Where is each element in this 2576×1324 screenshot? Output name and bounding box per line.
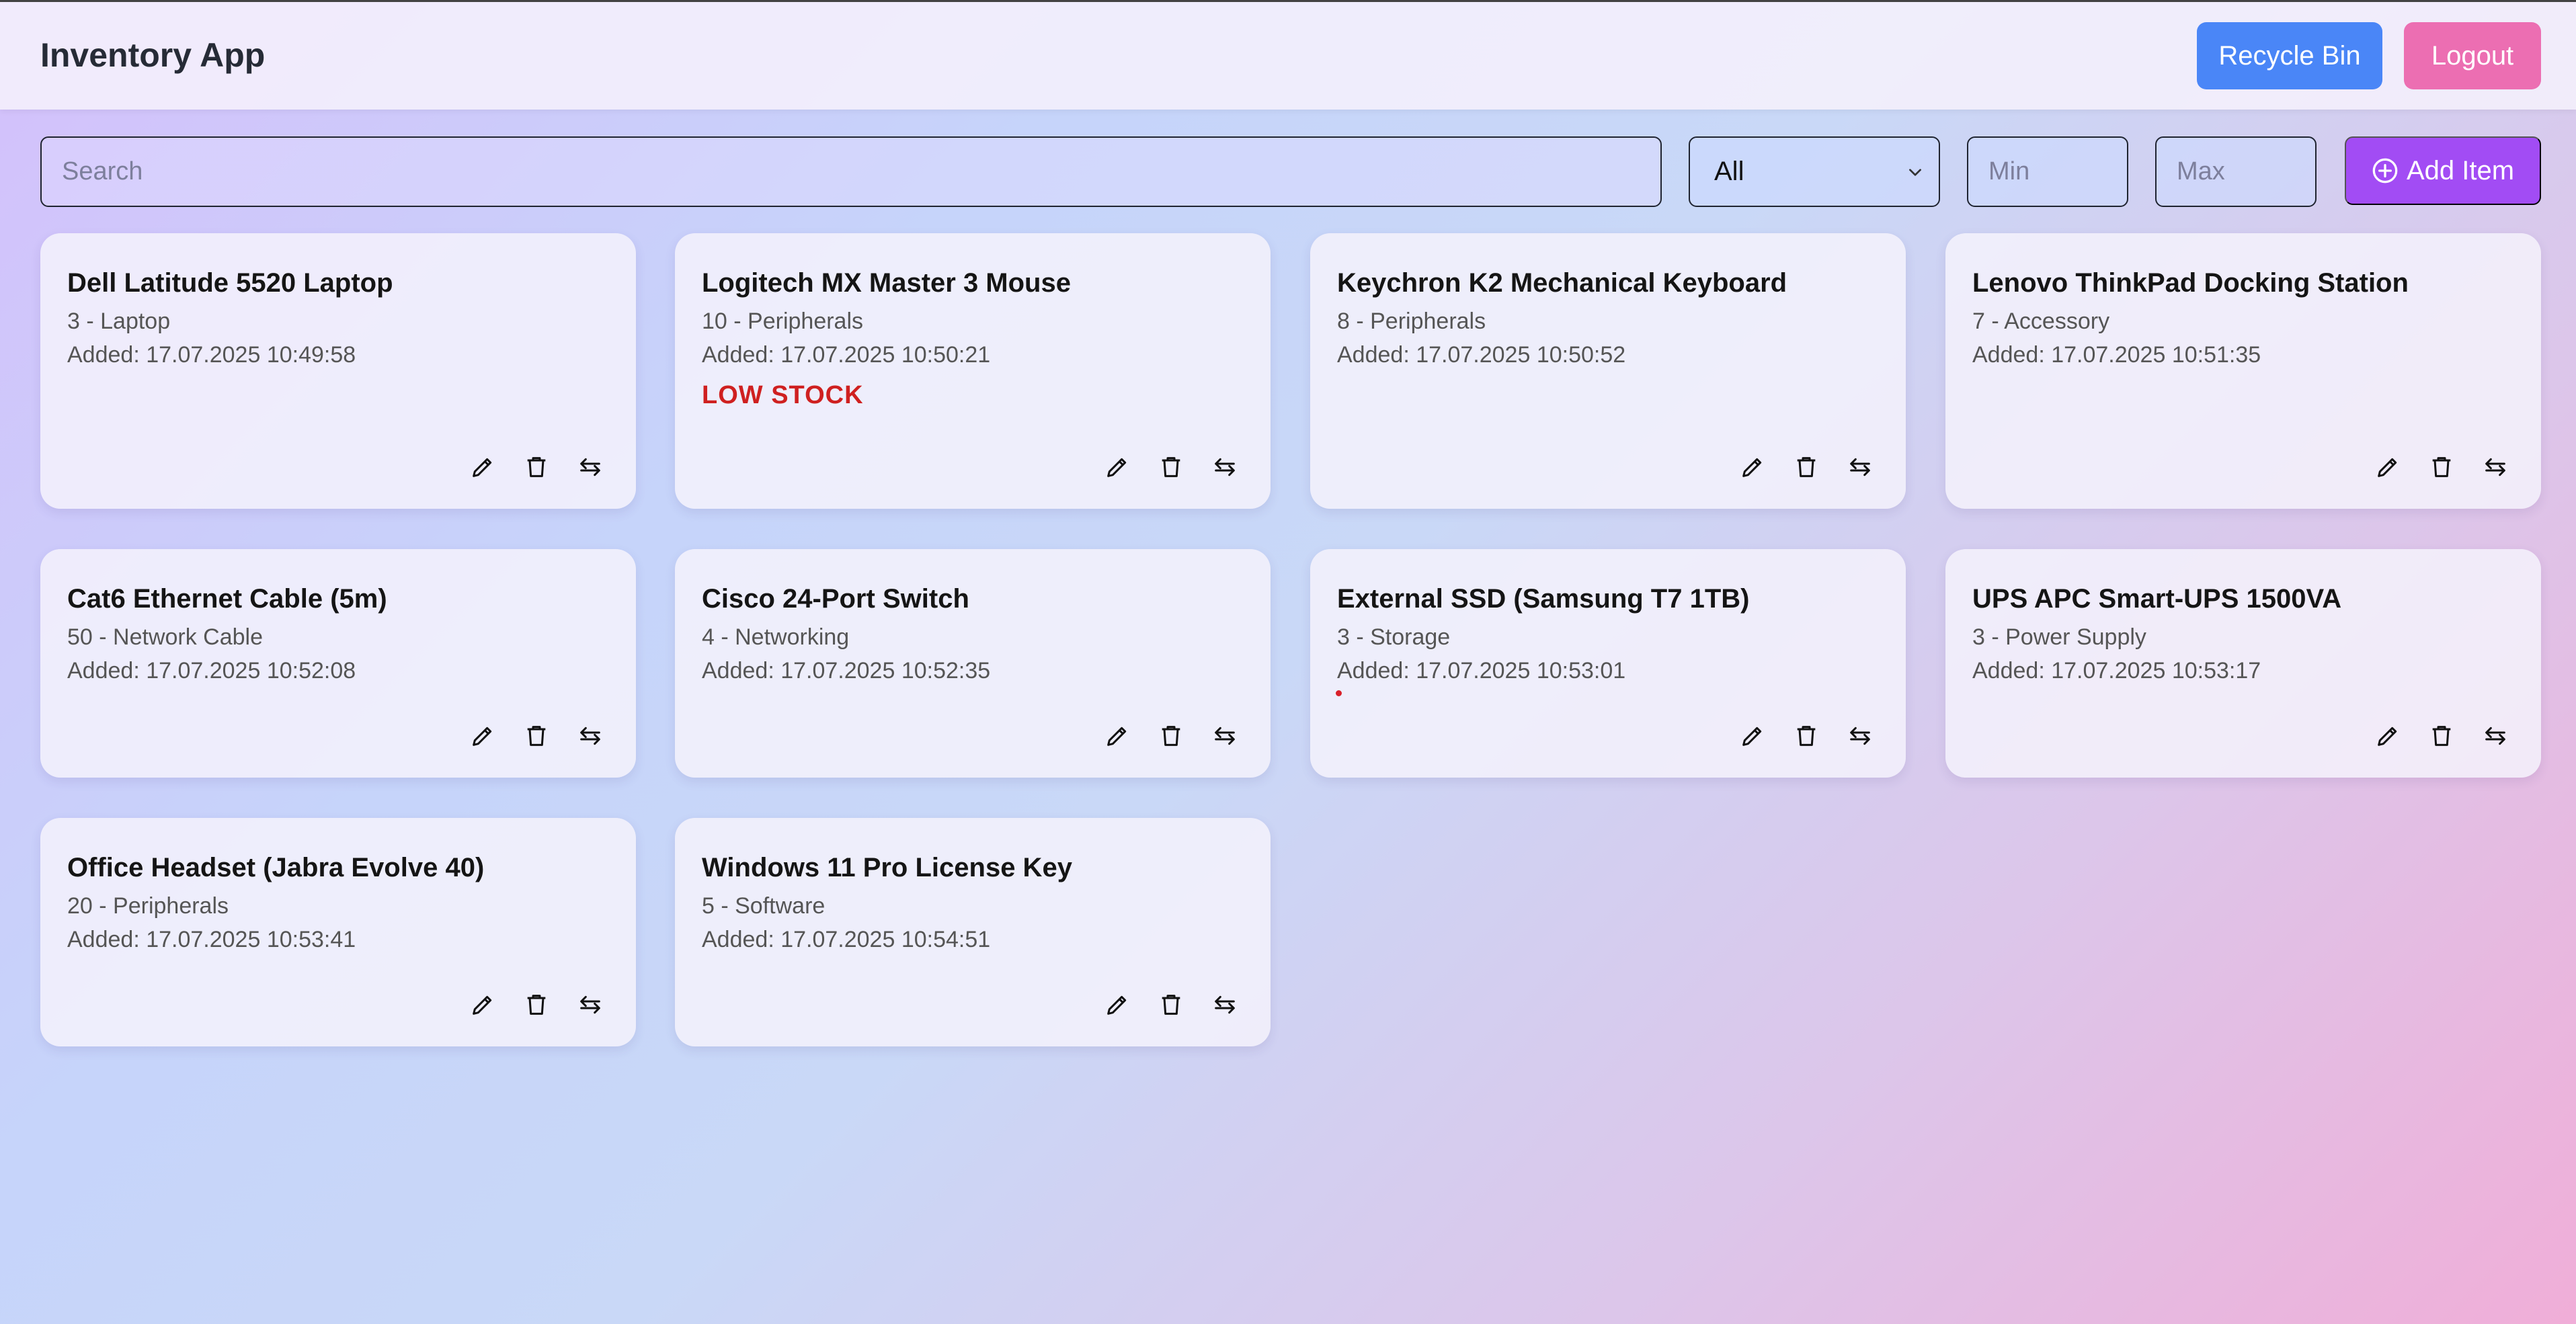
item-card: Logitech MX Master 3 Mouse 10 - Peripher… bbox=[675, 233, 1271, 509]
pencil-icon[interactable] bbox=[1104, 991, 1131, 1018]
trash-icon[interactable] bbox=[1793, 454, 1820, 481]
arrows-exchange-icon[interactable] bbox=[1847, 454, 1874, 481]
pencil-icon[interactable] bbox=[1104, 722, 1131, 749]
arrows-exchange-icon[interactable] bbox=[1211, 991, 1238, 1018]
recycle-bin-button[interactable]: Recycle Bin bbox=[2197, 22, 2382, 89]
item-name: Cat6 Ethernet Cable (5m) bbox=[67, 584, 387, 614]
item-name: Keychron K2 Mechanical Keyboard bbox=[1337, 268, 1787, 298]
trash-icon[interactable] bbox=[1158, 454, 1184, 481]
item-name: Cisco 24-Port Switch bbox=[702, 584, 969, 614]
item-added-date: Added: 17.07.2025 10:51:35 bbox=[1972, 342, 2261, 368]
arrows-exchange-icon[interactable] bbox=[1847, 722, 1874, 749]
trash-icon[interactable] bbox=[2428, 454, 2455, 481]
item-actions bbox=[1104, 722, 1238, 749]
item-actions bbox=[1104, 454, 1238, 481]
plus-circle-icon bbox=[2372, 158, 2398, 183]
arrows-exchange-icon[interactable] bbox=[2482, 454, 2509, 481]
item-added-date: Added: 17.07.2025 10:52:08 bbox=[67, 658, 356, 684]
pencil-icon[interactable] bbox=[1104, 454, 1131, 481]
trash-icon[interactable] bbox=[1158, 991, 1184, 1018]
item-quantity-category: 7 - Accessory bbox=[1972, 308, 2110, 334]
item-added-date: Added: 17.07.2025 10:50:52 bbox=[1337, 342, 1626, 368]
pencil-icon[interactable] bbox=[1739, 722, 1766, 749]
add-item-button[interactable]: Add Item bbox=[2345, 136, 2541, 205]
item-name: Office Headset (Jabra Evolve 40) bbox=[67, 853, 485, 882]
item-actions bbox=[2374, 454, 2509, 481]
item-actions bbox=[469, 454, 604, 481]
item-name: Windows 11 Pro License Key bbox=[702, 853, 1072, 882]
arrows-exchange-icon[interactable] bbox=[1211, 722, 1238, 749]
item-name: External SSD (Samsung T7 1TB) bbox=[1337, 584, 1750, 614]
category-select[interactable]: All bbox=[1689, 136, 1940, 207]
trash-icon[interactable] bbox=[1793, 722, 1820, 749]
item-name: Lenovo ThinkPad Docking Station bbox=[1972, 268, 2409, 298]
item-quantity-category: 3 - Laptop bbox=[67, 308, 171, 334]
item-name: Logitech MX Master 3 Mouse bbox=[702, 268, 1071, 298]
item-card: External SSD (Samsung T7 1TB) 3 - Storag… bbox=[1310, 549, 1906, 778]
pencil-icon[interactable] bbox=[469, 454, 496, 481]
item-added-date: Added: 17.07.2025 10:49:58 bbox=[67, 342, 356, 368]
item-card: Keychron K2 Mechanical Keyboard 8 - Peri… bbox=[1310, 233, 1906, 509]
app-title: Inventory App bbox=[40, 36, 266, 74]
pencil-icon[interactable] bbox=[1739, 454, 1766, 481]
arrows-exchange-icon[interactable] bbox=[2482, 722, 2509, 749]
item-card: UPS APC Smart-UPS 1500VA 3 - Power Suppl… bbox=[1945, 549, 2541, 778]
item-card: Cat6 Ethernet Cable (5m) 50 - Network Ca… bbox=[40, 549, 636, 778]
item-added-date: Added: 17.07.2025 10:53:41 bbox=[67, 927, 356, 952]
min-quantity-input[interactable] bbox=[1967, 136, 2128, 207]
item-added-date: Added: 17.07.2025 10:53:01 bbox=[1337, 658, 1626, 684]
status-dot bbox=[1336, 690, 1342, 696]
app-header: Inventory App Recycle Bin Logout bbox=[0, 2, 2576, 110]
pencil-icon[interactable] bbox=[469, 991, 496, 1018]
item-card: Windows 11 Pro License Key 5 - Software … bbox=[675, 818, 1271, 1046]
item-actions bbox=[2374, 722, 2509, 749]
item-name: Dell Latitude 5520 Laptop bbox=[67, 268, 393, 298]
item-quantity-category: 3 - Storage bbox=[1337, 624, 1451, 650]
logout-button[interactable]: Logout bbox=[2404, 22, 2541, 89]
add-item-label: Add Item bbox=[2406, 155, 2515, 185]
item-quantity-category: 5 - Software bbox=[702, 893, 826, 919]
item-actions bbox=[469, 722, 604, 749]
item-name: UPS APC Smart-UPS 1500VA bbox=[1972, 584, 2342, 614]
item-added-date: Added: 17.07.2025 10:53:17 bbox=[1972, 658, 2261, 684]
pencil-icon[interactable] bbox=[2374, 722, 2401, 749]
arrows-exchange-icon[interactable] bbox=[577, 454, 604, 481]
arrows-exchange-icon[interactable] bbox=[577, 991, 604, 1018]
item-added-date: Added: 17.07.2025 10:50:21 bbox=[702, 342, 991, 368]
item-quantity-category: 50 - Network Cable bbox=[67, 624, 264, 650]
item-actions bbox=[1739, 722, 1874, 749]
pencil-icon[interactable] bbox=[469, 722, 496, 749]
item-card: Office Headset (Jabra Evolve 40) 20 - Pe… bbox=[40, 818, 636, 1046]
item-quantity-category: 3 - Power Supply bbox=[1972, 624, 2146, 650]
item-added-date: Added: 17.07.2025 10:52:35 bbox=[702, 658, 991, 684]
trash-icon[interactable] bbox=[2428, 722, 2455, 749]
arrows-exchange-icon[interactable] bbox=[1211, 454, 1238, 481]
trash-icon[interactable] bbox=[523, 454, 550, 481]
item-quantity-category: 20 - Peripherals bbox=[67, 893, 229, 919]
item-card: Dell Latitude 5520 Laptop 3 - Laptop Add… bbox=[40, 233, 636, 509]
item-card: Cisco 24-Port Switch 4 - Networking Adde… bbox=[675, 549, 1271, 778]
trash-icon[interactable] bbox=[1158, 722, 1184, 749]
item-card: Lenovo ThinkPad Docking Station 7 - Acce… bbox=[1945, 233, 2541, 509]
chevron-down-icon bbox=[1906, 163, 1924, 186]
item-quantity-category: 8 - Peripherals bbox=[1337, 308, 1486, 334]
arrows-exchange-icon[interactable] bbox=[577, 722, 604, 749]
max-quantity-input[interactable] bbox=[2155, 136, 2317, 207]
pencil-icon[interactable] bbox=[2374, 454, 2401, 481]
item-quantity-category: 4 - Networking bbox=[702, 624, 850, 650]
search-input[interactable] bbox=[40, 136, 1662, 207]
item-actions bbox=[1739, 454, 1874, 481]
trash-icon[interactable] bbox=[523, 722, 550, 749]
item-quantity-category: 10 - Peripherals bbox=[702, 308, 864, 334]
trash-icon[interactable] bbox=[523, 991, 550, 1018]
category-select-value: All bbox=[1714, 157, 1744, 186]
low-stock-badge: LOW STOCK bbox=[702, 381, 864, 409]
item-added-date: Added: 17.07.2025 10:54:51 bbox=[702, 927, 991, 952]
item-actions bbox=[469, 991, 604, 1018]
item-actions bbox=[1104, 991, 1238, 1018]
